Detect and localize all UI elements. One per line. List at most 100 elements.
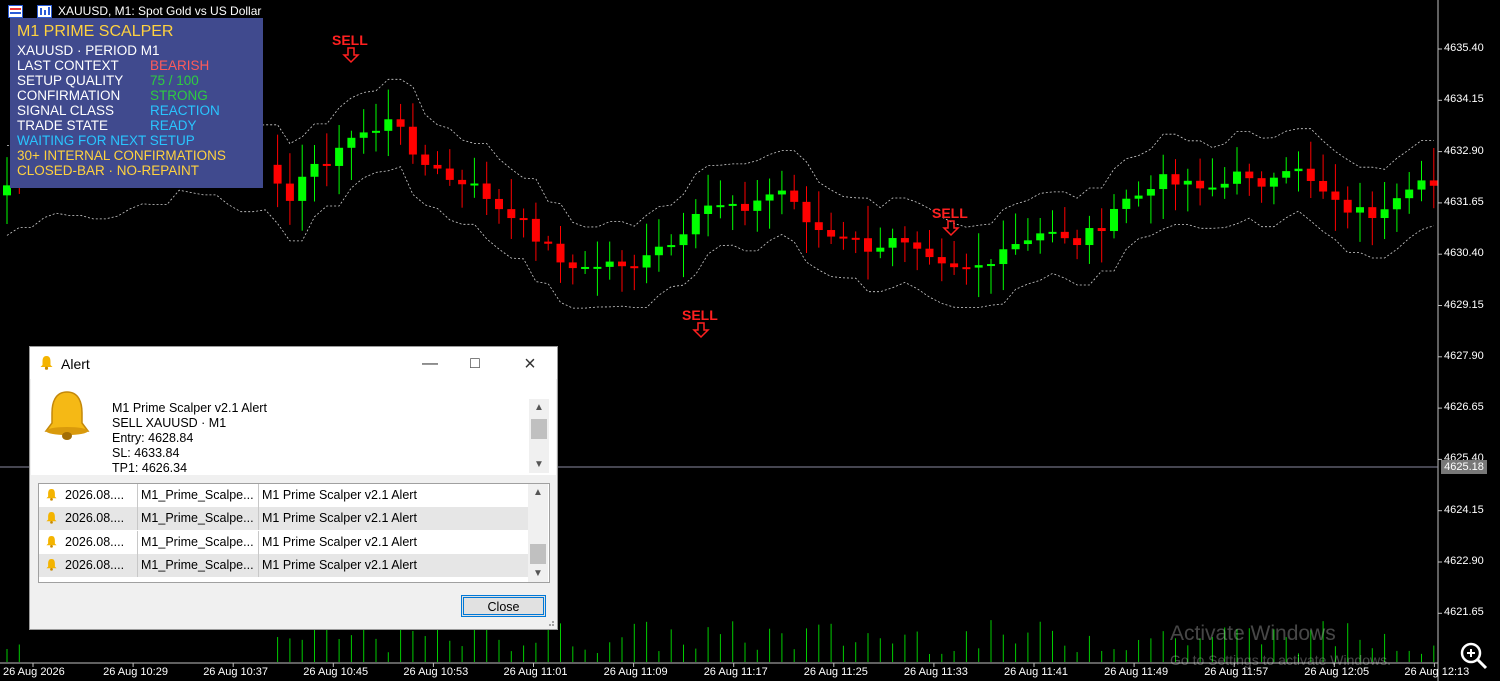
candle-body bbox=[1392, 198, 1401, 210]
candle-body bbox=[1196, 180, 1205, 189]
minimize-button[interactable]: — bbox=[408, 351, 452, 377]
sell-signal-label: SELL bbox=[332, 32, 368, 48]
candle-body bbox=[814, 222, 823, 231]
price-axis-label: 4624.15 bbox=[1444, 503, 1484, 516]
candle-body bbox=[1097, 228, 1106, 232]
candle-body bbox=[1319, 180, 1328, 192]
candle-body bbox=[765, 194, 774, 201]
candle-body bbox=[445, 168, 454, 180]
alert-source: M1_Prime_Scalpe... bbox=[141, 557, 254, 572]
candle-body bbox=[593, 266, 602, 269]
candle-body bbox=[1245, 171, 1254, 179]
candle-body bbox=[1134, 195, 1143, 199]
candle-body bbox=[962, 267, 971, 270]
chevron-down-icon[interactable]: ▼ bbox=[529, 456, 549, 473]
candle-body bbox=[359, 132, 368, 138]
panel-row-value: REACTION bbox=[150, 103, 220, 118]
chart-type-icon bbox=[37, 4, 52, 18]
alert-history-row[interactable]: 2026.08.... M1_Prime_Scalpe... M1 Prime Sc… bbox=[39, 530, 528, 554]
candle-body bbox=[1023, 240, 1032, 245]
candle-body bbox=[950, 263, 959, 268]
candle-body bbox=[851, 237, 860, 240]
alert-message: M1 Prime Scalper v2.1 Alert SELL XAUUSD … bbox=[112, 401, 267, 476]
price-axis-label: 4626.65 bbox=[1444, 401, 1484, 414]
candle-body bbox=[1171, 174, 1180, 185]
alert-time: 2026.08.... bbox=[65, 534, 125, 549]
candle-body bbox=[1122, 198, 1131, 209]
dialog-title: Alert bbox=[61, 356, 90, 372]
candle-body bbox=[310, 163, 319, 177]
candle-body bbox=[1220, 183, 1229, 188]
close-button[interactable]: Close bbox=[461, 595, 546, 617]
bell-icon bbox=[46, 512, 57, 524]
alert-history-row[interactable]: 2026.08.... M1_Prime_Scalpe... M1 Prime Sc… bbox=[39, 553, 528, 577]
panel-row-value: 75 / 100 bbox=[150, 73, 199, 88]
resize-grip-icon[interactable] bbox=[545, 617, 555, 627]
candle-body bbox=[556, 243, 565, 263]
candle-body bbox=[716, 205, 725, 208]
dialog-title-bar: Alert — □ × bbox=[30, 347, 557, 379]
panel-row-label: SETUP QUALITY bbox=[17, 73, 124, 88]
candle-body bbox=[433, 164, 442, 169]
candle-body bbox=[568, 262, 577, 269]
message-line: TP1: 4626.34 bbox=[112, 461, 188, 475]
candle-body bbox=[1405, 189, 1414, 199]
candle-body bbox=[1146, 189, 1155, 196]
maximize-button[interactable]: □ bbox=[453, 351, 497, 377]
candle-body bbox=[654, 246, 663, 256]
message-line: Entry: 4628.84 bbox=[112, 431, 194, 445]
candle-body bbox=[1257, 178, 1266, 187]
alert-source: M1_Prime_Scalpe... bbox=[141, 488, 254, 502]
candle-body bbox=[1380, 209, 1389, 219]
price-axis-label: 4634.15 bbox=[1444, 93, 1484, 106]
message-line: SL: 4633.84 bbox=[112, 446, 180, 460]
candle-body bbox=[285, 183, 294, 201]
price-axis-label: 4627.90 bbox=[1444, 349, 1484, 362]
list-scrollbar[interactable]: ▲ ▼ bbox=[528, 484, 548, 582]
window-icon bbox=[8, 4, 23, 18]
magnifier-icon[interactable] bbox=[1457, 640, 1491, 670]
scroll-thumb[interactable] bbox=[530, 544, 546, 564]
candle-body bbox=[1429, 180, 1438, 186]
message-scrollbar[interactable]: ▲ ▼ bbox=[529, 399, 549, 473]
candle-body bbox=[531, 218, 540, 242]
candle-body bbox=[1368, 207, 1377, 219]
alert-time: 2026.08.... bbox=[65, 557, 125, 572]
time-axis-label: 26 Aug 11:17 bbox=[703, 666, 768, 678]
price-axis-label: 4630.40 bbox=[1444, 247, 1484, 260]
panel-note: WAITING FOR NEXT SETUP bbox=[17, 133, 195, 148]
chevron-up-icon[interactable]: ▲ bbox=[529, 399, 549, 416]
candle-body bbox=[642, 255, 651, 268]
sell-arrow-icon bbox=[942, 220, 960, 237]
sell-signal-label: SELL bbox=[682, 307, 718, 323]
alert-dialog: Alert — □ × M1 Prime Scalper v2.1 Alert … bbox=[29, 346, 558, 630]
panel-row-value: BEARISH bbox=[150, 58, 210, 73]
bell-icon bbox=[46, 535, 57, 548]
candle-body bbox=[704, 205, 713, 214]
alert-history-row[interactable]: 2026.08.... M1_Prime_Scalpe... M1 Prime Sc… bbox=[39, 507, 528, 531]
alert-time: 2026.08.... bbox=[65, 488, 125, 502]
time-axis-label: 26 Aug 10:37 bbox=[203, 666, 269, 678]
sell-arrow-icon bbox=[342, 47, 360, 64]
bell-icon bbox=[40, 356, 53, 370]
candle-body bbox=[888, 238, 897, 248]
panel-row-value: STRONG bbox=[150, 88, 208, 103]
candle-body bbox=[974, 265, 983, 268]
candle-body bbox=[1294, 168, 1303, 172]
price-axis-label: 4621.65 bbox=[1444, 606, 1484, 619]
candle-body bbox=[458, 179, 467, 185]
chevron-up-icon[interactable]: ▲ bbox=[528, 484, 548, 501]
candle-body bbox=[544, 241, 553, 244]
candle-body bbox=[1356, 207, 1364, 213]
alert-message: M1 Prime Scalper v2.1 Alert bbox=[262, 511, 417, 526]
chevron-down-icon[interactable]: ▼ bbox=[528, 565, 548, 582]
candle-body bbox=[999, 249, 1008, 265]
close-window-button[interactable]: × bbox=[508, 351, 552, 377]
time-axis-label: 26 Aug 11:33 bbox=[903, 666, 968, 678]
alert-history-row[interactable]: 2026.08.... M1_Prime_Scalpe... M1 Prime Sc… bbox=[39, 484, 528, 507]
panel-row-label: CONFIRMATION bbox=[17, 88, 121, 103]
panel-title: M1 PRIME SCALPER bbox=[17, 23, 174, 40]
time-axis-label: 26 Aug 11:01 bbox=[503, 666, 568, 678]
scroll-thumb[interactable] bbox=[531, 419, 547, 439]
candle-body bbox=[802, 201, 811, 223]
